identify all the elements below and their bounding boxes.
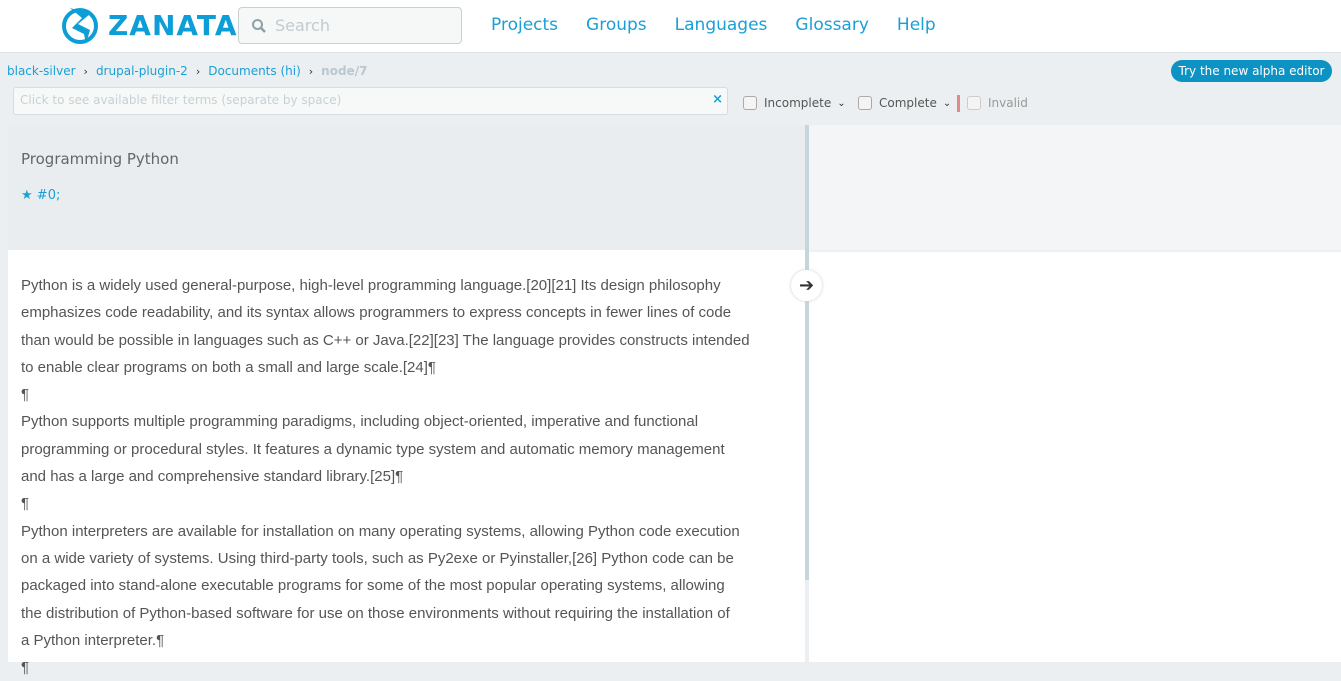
text-line: a Python interpreter.¶ bbox=[21, 631, 165, 649]
invalid-checkbox[interactable] bbox=[967, 96, 981, 110]
text-line: and has a large and comprehensive standa… bbox=[21, 468, 404, 486]
target-header bbox=[809, 125, 1341, 250]
document-title: Programming Python bbox=[21, 150, 179, 168]
breadcrumb-version[interactable]: drupal-plugin-2 bbox=[96, 64, 188, 78]
breadcrumb-current: node/7 bbox=[321, 64, 368, 78]
text-line: emphasizes code readability, and its syn… bbox=[21, 304, 732, 322]
zanata-logo-icon bbox=[62, 8, 98, 44]
target-text-panel[interactable] bbox=[809, 250, 1341, 662]
filter-input[interactable]: Click to see available filter terms (sep… bbox=[13, 87, 728, 115]
chevron-right-icon: › bbox=[83, 64, 88, 78]
source-header: Programming Python ★ #0; bbox=[8, 125, 805, 250]
source-text-panel: Python is a widely used general-purpose,… bbox=[8, 250, 805, 676]
nav-projects[interactable]: Projects bbox=[491, 15, 558, 35]
clear-filter-icon[interactable]: × bbox=[712, 92, 723, 107]
star-icon: ★ bbox=[21, 188, 33, 203]
text-line: the distribution of Python-based softwar… bbox=[21, 604, 730, 622]
text-line: packaged into stand-alone executable pro… bbox=[21, 577, 725, 595]
invalid-marker bbox=[957, 95, 960, 112]
copy-source-arrow-icon[interactable]: ➔ bbox=[791, 270, 822, 301]
search-placeholder: Search bbox=[275, 16, 330, 35]
source-text: Python is a widely used general-purpose,… bbox=[21, 272, 750, 681]
alpha-editor-button[interactable]: Try the new alpha editor bbox=[1171, 60, 1332, 82]
text-line: Python supports multiple programming par… bbox=[21, 413, 699, 431]
text-line: on a wide variety of systems. Using thir… bbox=[21, 549, 734, 567]
breadcrumb: black-silver › drupal-plugin-2 › Documents… bbox=[7, 64, 367, 78]
search-icon bbox=[252, 18, 266, 33]
text-line: than would be possible in languages such… bbox=[21, 331, 750, 349]
incomplete-filter[interactable]: Incomplete ⌄ bbox=[743, 96, 846, 110]
zanata-logo[interactable]: ZANATA bbox=[60, 4, 238, 46]
search-input[interactable]: Search bbox=[238, 7, 462, 44]
text-line: ¶ bbox=[21, 495, 30, 513]
text-line: Python is a widely used general-purpose,… bbox=[21, 277, 721, 294]
text-line: Python interpreters are available for in… bbox=[21, 522, 740, 540]
text-line: programming or procedural styles. It fea… bbox=[21, 440, 725, 458]
main-nav: Projects Groups Languages Glossary Help bbox=[491, 15, 936, 35]
breadcrumb-documents[interactable]: Documents (hi) bbox=[208, 64, 301, 78]
chevron-right-icon: › bbox=[195, 64, 201, 78]
nav-groups[interactable]: Groups bbox=[586, 15, 647, 35]
chevron-right-icon: › bbox=[308, 64, 314, 78]
panel-divider[interactable] bbox=[805, 125, 809, 580]
complete-filter[interactable]: Complete ⌄ bbox=[858, 96, 951, 110]
text-line: ¶ bbox=[21, 386, 30, 404]
nav-glossary[interactable]: Glossary bbox=[795, 15, 868, 35]
incomplete-checkbox[interactable] bbox=[743, 96, 757, 110]
complete-checkbox[interactable] bbox=[858, 96, 872, 110]
filter-placeholder: Click to see available filter terms (sep… bbox=[20, 93, 342, 107]
chevron-down-icon[interactable]: ⌄ bbox=[943, 98, 951, 109]
chevron-down-icon[interactable]: ⌄ bbox=[837, 98, 845, 109]
invalid-filter[interactable]: Invalid bbox=[967, 96, 1028, 110]
breadcrumb-project[interactable]: black-silver bbox=[7, 64, 76, 78]
text-line: to enable clear programs on both a small… bbox=[21, 358, 436, 376]
top-header: ZANATA Search Projects Groups Languages … bbox=[0, 0, 1341, 53]
source-reference: ★ #0; bbox=[21, 188, 61, 203]
nav-languages[interactable]: Languages bbox=[675, 15, 768, 35]
nav-help[interactable]: Help bbox=[897, 15, 936, 35]
text-line: ¶ bbox=[21, 659, 30, 677]
